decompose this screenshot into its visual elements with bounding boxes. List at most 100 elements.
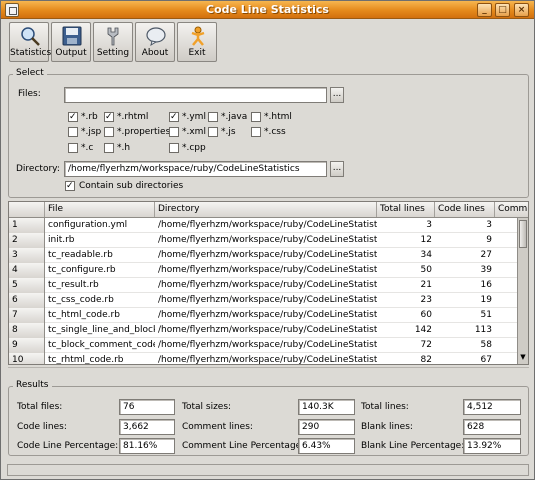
directory-input[interactable]: /home/flyerhzm/workspace/ruby/CodeLineSt… [64,161,327,177]
ext-checkbox-js[interactable] [208,127,218,137]
cell-code-lines: 58 [480,340,492,350]
cell-total-lines: 60 [420,310,432,320]
row-number: 8 [9,323,45,338]
exit-label: Exit [188,48,206,58]
cell-total-lines: 3 [426,220,432,230]
header-code-lines[interactable]: Code lines [435,202,495,217]
table-row[interactable]: 3 tc_readable.rb/home/flyerhzm/workspace/… [9,248,518,263]
comment-pct-label: Comment Line Percentage: [182,441,305,451]
pane-splitter[interactable] [8,367,529,372]
ext-checkbox-properties[interactable] [104,127,114,137]
statistics-button[interactable]: Statistics [9,22,51,62]
header-total-lines[interactable]: Total lines [377,202,435,217]
cell-code-lines: 113 [474,325,492,335]
cell-directory: /home/flyerhzm/workspace/ruby/CodeLineSt… [158,340,377,350]
total-lines-label: Total lines: [361,402,409,412]
magnifier-icon [21,27,40,46]
table-row[interactable]: 2 init.rb/home/flyerhzm/workspace/ruby/Co… [9,233,518,248]
directory-label: Directory: [16,164,60,174]
about-label: About [141,48,169,58]
cell-directory: /home/flyerhzm/workspace/ruby/CodeLineSt… [158,265,377,275]
table-row[interactable]: 4 tc_configure.rb/home/flyerhzm/workspace… [9,263,518,278]
results-group-title: Results [13,380,52,390]
code-pct-value: 81.16% [119,438,175,454]
results-table[interactable]: File Directory Total lines Code lines Co… [8,201,529,365]
header-directory[interactable]: Directory [155,202,377,217]
header-comment-lines[interactable]: Comm [495,202,528,217]
contain-sub-checkbox[interactable] [65,181,75,191]
directory-browse-button[interactable]: ... [330,161,344,177]
cell-code-lines: 19 [480,295,492,305]
exit-button[interactable]: Exit [177,22,217,62]
cell-total-lines: 21 [420,280,432,290]
cell-file: configuration.yml [48,220,128,230]
cell-total-lines: 142 [414,325,432,335]
minimize-button[interactable]: _ [477,3,492,17]
files-input[interactable] [64,87,327,103]
ext-checkbox-h[interactable] [104,143,114,153]
wrench-icon [107,27,119,46]
cell-code-lines: 27 [480,250,492,260]
table-row[interactable]: 9tc_block_comment_code.rl/home/flyerhzm/… [9,338,518,353]
total-files-value: 76 [119,399,175,415]
about-button[interactable]: About [135,22,175,62]
cell-total-lines: 82 [420,355,432,365]
cell-file: tc_block_comment_code.rl [48,340,155,350]
maximize-button[interactable]: □ [495,3,510,17]
table-row[interactable]: 1 configuration.yml/home/flyerhzm/workspa… [9,218,518,233]
ext-checkbox-cpp[interactable] [169,143,179,153]
cell-directory: /home/flyerhzm/workspace/ruby/CodeLineSt… [158,220,377,230]
scroll-down-arrow-icon[interactable]: ▼ [519,353,527,363]
ext-checkbox-css[interactable] [251,127,261,137]
row-number: 9 [9,338,45,353]
cell-file: tc_result.rb [48,280,99,290]
output-button[interactable]: Output [51,22,91,62]
output-label: Output [55,48,87,58]
table-row[interactable]: 6 tc_css_code.rb/home/flyerhzm/workspace/… [9,293,518,308]
ext-checkbox-xml[interactable] [169,127,179,137]
files-browse-button[interactable]: ... [330,87,344,103]
window-title: Code Line Statistics [206,3,329,16]
cell-total-lines: 50 [420,265,432,275]
comment-lines-label: Comment lines: [182,422,253,432]
ext-checkbox-java[interactable] [208,112,218,122]
row-number: 2 [9,233,45,248]
cell-directory: /home/flyerhzm/workspace/ruby/CodeLineSt… [158,355,377,365]
header-file[interactable]: File [45,202,155,217]
setting-button[interactable]: Setting [93,22,133,62]
ext-checkbox-yml[interactable] [169,112,179,122]
cell-code-lines: 67 [480,355,492,365]
cell-file: tc_css_code.rb [48,295,114,305]
table-row[interactable]: 10 tc_rhtml_code.rb/home/flyerhzm/workspa… [9,353,518,365]
ext-label-h: *.h [117,143,131,153]
row-number: 7 [9,308,45,323]
scrollbar-thumb[interactable] [519,220,527,248]
ext-label-rb: *.rb [81,112,98,122]
close-button[interactable]: × [514,3,529,17]
row-number: 1 [9,218,45,233]
setting-label: Setting [96,48,130,58]
code-lines-value: 3,662 [119,419,175,435]
code-lines-label: Code lines: [17,422,67,432]
table-row[interactable]: 7 tc_html_code.rb/home/flyerhzm/workspace… [9,308,518,323]
cell-code-lines: 16 [480,280,492,290]
ext-checkbox-rb[interactable] [68,112,78,122]
total-files-label: Total files: [17,402,63,412]
code-pct-label: Code Line Percentage: [17,441,119,451]
row-number: 10 [9,353,45,364]
ext-label-jsp: *.jsp [81,127,102,137]
ext-label-properties: *.properties [117,127,171,137]
table-row[interactable]: 8 tc_single_line_and_block_/home/flyerhzm… [9,323,518,338]
ext-checkbox-html[interactable] [251,112,261,122]
ext-label-html: *.html [264,112,292,122]
table-row[interactable]: 5 tc_result.rb/home/flyerhzm/workspace/ru… [9,278,518,293]
ext-checkbox-rhtml[interactable] [104,112,114,122]
table-vertical-scrollbar[interactable]: ▼ [517,218,528,364]
ext-checkbox-jsp[interactable] [68,127,78,137]
ext-label-js: *.js [221,127,236,137]
ext-checkbox-c[interactable] [68,143,78,153]
main-window: Code Line Statistics _ □ × Statistics Ou… [0,0,535,480]
blank-pct-value: 13.92% [463,438,521,454]
cell-directory: /home/flyerhzm/workspace/ruby/CodeLineSt… [158,295,377,305]
title-bar[interactable]: Code Line Statistics _ □ × [1,1,534,19]
